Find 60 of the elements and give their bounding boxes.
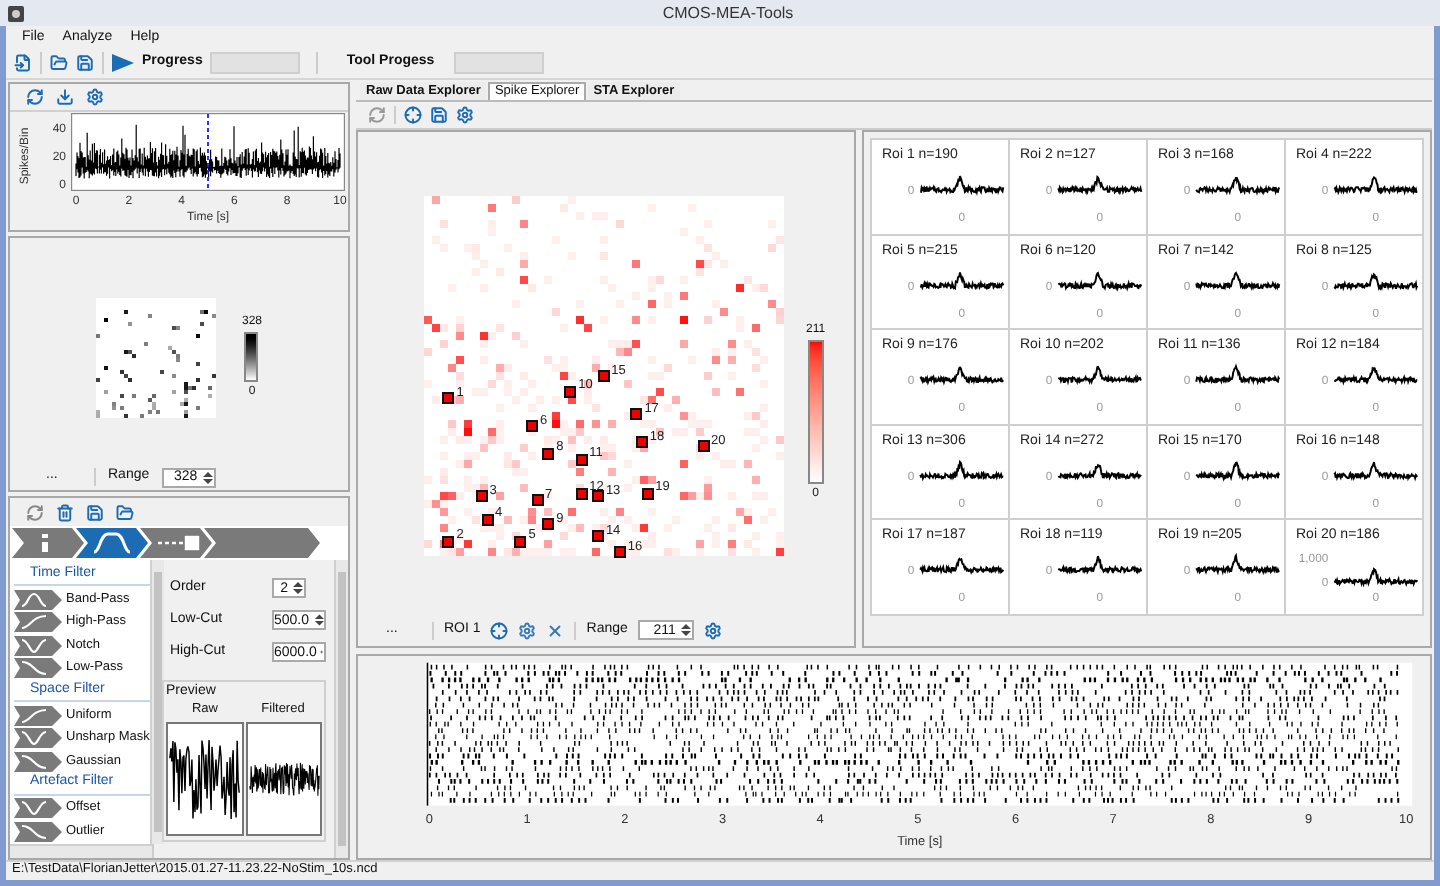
- waveform-trace: [1057, 174, 1143, 196]
- pipeline-stage[interactable]: [12, 528, 84, 558]
- pipeline-stage[interactable]: [204, 528, 320, 558]
- scroll-bar[interactable]: [149, 560, 164, 844]
- waveform-trace: [1057, 366, 1143, 386]
- waveform-trace: [1195, 270, 1281, 291]
- waveform-trace: [1333, 271, 1419, 291]
- document-import-icon[interactable]: [14, 53, 32, 71]
- settings-icon[interactable]: [86, 88, 104, 106]
- colorbar-scale: [807, 340, 824, 484]
- refresh-icon[interactable]: [26, 503, 44, 521]
- waveform-trace: [919, 270, 1005, 290]
- spin-arrows-icon[interactable]: [292, 580, 304, 596]
- spin-arrows-icon[interactable]: [201, 469, 214, 485]
- waveform-trace: [919, 175, 1005, 196]
- window-title: CMOS-MEA-Tools: [660, 1, 796, 25]
- signal-preview-drawing: [166, 721, 243, 836]
- app-icon: [8, 5, 24, 21]
- waveform-trace: [1195, 176, 1281, 196]
- waveform-trace: [1057, 270, 1143, 291]
- roi-marker[interactable]: [526, 420, 538, 433]
- settings-icon[interactable]: [703, 621, 722, 639]
- save-icon[interactable]: [430, 106, 448, 124]
- pipeline-stage[interactable]: [76, 528, 148, 558]
- remove-icon[interactable]: [546, 621, 565, 639]
- open-folder-icon[interactable]: [50, 53, 68, 71]
- waveform-trace: [1057, 555, 1143, 576]
- waveform-trace: [919, 459, 1005, 482]
- spin-arrows-icon[interactable]: [679, 622, 692, 638]
- waveform-trace: [919, 366, 1005, 387]
- colorbar-scale: [244, 332, 259, 382]
- scroll-bar[interactable]: [334, 560, 348, 858]
- roi-marker[interactable]: [630, 408, 643, 421]
- waveform-trace: [1057, 463, 1143, 481]
- waveform-trace: [1195, 461, 1281, 482]
- waveform-trace: [1195, 553, 1281, 577]
- download-icon[interactable]: [56, 88, 74, 106]
- save-icon[interactable]: [86, 503, 104, 521]
- roi-marker[interactable]: [542, 518, 555, 531]
- waveform-trace: [919, 557, 1005, 576]
- crosshair-icon[interactable]: [490, 621, 509, 639]
- scroll-bar[interactable]: [10, 844, 152, 858]
- save-icon[interactable]: [76, 53, 94, 71]
- settings-icon[interactable]: [518, 621, 537, 639]
- spin-arrows-icon[interactable]: [313, 612, 324, 628]
- trash-icon[interactable]: [56, 503, 74, 521]
- settings-icon[interactable]: [456, 106, 474, 124]
- pipeline-stage[interactable]: [140, 528, 212, 558]
- activity-heatmap-drawing: [95, 297, 216, 417]
- refresh-icon[interactable]: [26, 88, 44, 106]
- signal-preview-drawing: [245, 721, 322, 836]
- waveform-trace: [1333, 568, 1419, 589]
- waveform-trace: [1333, 366, 1419, 387]
- play-icon[interactable]: [112, 53, 134, 71]
- waveform-trace: [1195, 363, 1281, 386]
- time-cursor-line[interactable]: [206, 113, 208, 191]
- open-folder-icon[interactable]: [116, 503, 134, 521]
- waveform-trace: [1333, 460, 1419, 482]
- waveform-trace: [1333, 176, 1419, 196]
- crosshair-icon[interactable]: [404, 106, 422, 124]
